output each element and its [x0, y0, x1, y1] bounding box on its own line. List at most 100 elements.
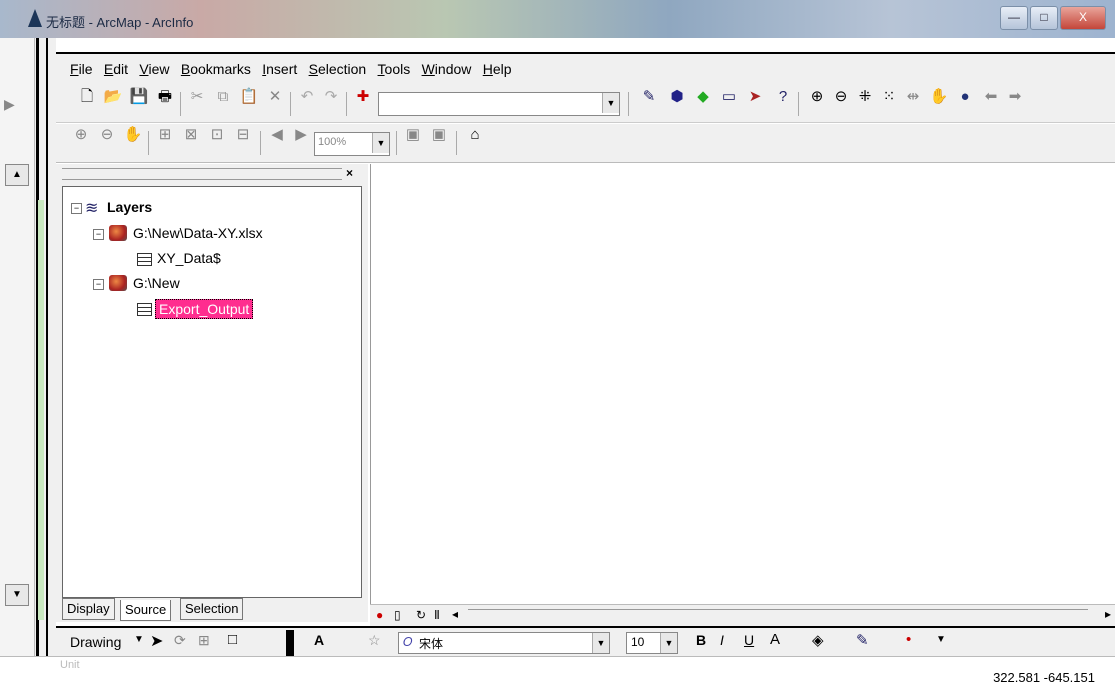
menu-edit[interactable]: Edit	[100, 54, 132, 84]
map-display[interactable]	[370, 164, 1115, 604]
scroll-left-arrow-icon[interactable]: ◂	[452, 607, 458, 621]
back-arrow-icon[interactable]: ⬅	[980, 86, 1002, 108]
edit-vertices-icon[interactable]: ☆	[368, 632, 381, 649]
zoom-out-icon[interactable]: ⊖	[830, 86, 852, 108]
toc-item-selected-table[interactable]: Export_Output	[155, 299, 254, 319]
zoom-whole-page-icon[interactable]: ⊞	[154, 124, 176, 146]
tab-source[interactable]: Source	[120, 600, 172, 621]
save-icon[interactable]: 💾	[128, 86, 150, 108]
layout-view-icon[interactable]: ▯	[394, 608, 401, 622]
tab-display[interactable]: Display	[62, 598, 115, 620]
close-panel-icon[interactable]: ×	[346, 166, 353, 180]
marker-color-icon[interactable]: •	[906, 631, 911, 648]
globe-icon[interactable]: ●	[954, 86, 976, 108]
horizontal-scrollbar[interactable]	[468, 609, 1088, 624]
model-builder-icon[interactable]: ➤	[744, 86, 766, 108]
collapse-icon[interactable]: −	[93, 229, 104, 240]
font-size-combo[interactable]: 10 ▼	[626, 632, 678, 654]
copy-icon[interactable]: ⧉	[212, 86, 234, 108]
toc-item-workspace[interactable]: G:\New	[133, 275, 180, 291]
pan-hand-icon[interactable]: ✋	[928, 86, 950, 108]
fixed-zoom-icon[interactable]: ⊠	[180, 124, 202, 146]
menu-tools[interactable]: Tools	[374, 54, 415, 84]
chevron-down-icon[interactable]: ▼	[372, 133, 389, 153]
refresh-icon[interactable]: ↻	[416, 608, 426, 622]
catalog-icon[interactable]: ◆	[692, 86, 714, 108]
menu-bookmarks[interactable]: Bookmarks	[177, 54, 255, 84]
focus-frame-icon[interactable]: ▣	[428, 124, 450, 146]
bold-button[interactable]: B	[696, 632, 706, 648]
prev-extent-icon[interactable]: ◀	[266, 124, 288, 146]
layout-pan-icon[interactable]: ✋	[122, 124, 144, 146]
text-tool-icon[interactable]: A	[314, 632, 324, 648]
rectangle-icon[interactable]: □	[228, 631, 237, 648]
undo-icon[interactable]: ↶	[296, 86, 318, 108]
chevron-down-icon[interactable]: ▼	[134, 634, 144, 645]
toggle-draft-icon[interactable]: ▣	[402, 124, 424, 146]
fixed-zoom-in-icon[interactable]: ⁜	[854, 86, 876, 108]
paste-icon[interactable]: 📋	[238, 86, 260, 108]
italic-button[interactable]: I	[720, 632, 724, 648]
menu-selection[interactable]: Selection	[305, 54, 371, 84]
scroll-up-arrow-icon[interactable]: ▲	[5, 164, 29, 186]
chevron-down-icon[interactable]: ▼	[602, 93, 619, 113]
change-layout-icon[interactable]: ⌂	[464, 124, 486, 146]
new-document-icon[interactable]: 🗋	[76, 86, 98, 108]
chevron-down-icon[interactable]: ▼	[936, 634, 946, 645]
chevron-down-icon[interactable]: ▼	[592, 633, 609, 653]
standard-toolbar: 🗋 📂 💾 🖶 ✂ ⧉ 📋 ✕ ↶ ↷ ✚ ▼ ✎ ⬢ ◆ ▭ ➤ ? ⊕ ⊖ …	[56, 86, 1115, 123]
menu-file[interactable]: File	[66, 54, 97, 84]
toc-item-table[interactable]: XY_Data$	[157, 250, 221, 266]
forward-arrow-icon[interactable]: ➡	[1004, 86, 1026, 108]
font-icon: 𝑂	[403, 635, 413, 649]
fit-page-icon[interactable]: ⊡	[206, 124, 228, 146]
layers-root-label[interactable]: Layers	[107, 199, 152, 215]
font-name-combo[interactable]: 𝑂 宋体 ▼	[398, 632, 610, 654]
collapse-icon[interactable]: −	[93, 279, 104, 290]
data-view-icon[interactable]: ●	[376, 608, 383, 622]
pause-icon[interactable]: Ⅱ	[434, 608, 440, 622]
rotate-icon[interactable]: ⟳	[174, 632, 186, 649]
menu-view[interactable]: View	[135, 54, 173, 84]
close-window-button[interactable]: X	[1060, 6, 1106, 30]
zoom-to-selected-icon[interactable]: ⊞	[198, 632, 210, 649]
window-icon[interactable]: ▭	[718, 86, 740, 108]
full-extent-icon[interactable]: ⇹	[902, 86, 924, 108]
arctoolbox-icon[interactable]: ⬢	[666, 86, 688, 108]
scroll-down-arrow-icon[interactable]: ▼	[5, 584, 29, 606]
whats-this-icon[interactable]: ?	[772, 86, 794, 108]
menu-help[interactable]: Help	[479, 54, 516, 84]
zoom-100-icon[interactable]: ⊟	[232, 124, 254, 146]
next-extent-icon[interactable]: ▶	[290, 124, 312, 146]
underline-button[interactable]: U	[744, 632, 754, 648]
layout-zoom-out-icon[interactable]: ⊖	[96, 124, 118, 146]
tab-selection[interactable]: Selection	[180, 598, 244, 620]
select-pointer-icon[interactable]: ➤	[150, 631, 163, 651]
menu-window[interactable]: Window	[418, 54, 476, 84]
fixed-zoom-out-icon[interactable]: ⁙	[878, 86, 900, 108]
chevron-down-icon[interactable]: ▼	[660, 633, 677, 653]
layout-zoom-in-icon[interactable]: ⊕	[70, 124, 92, 146]
maximize-button[interactable]: □	[1030, 6, 1058, 30]
layout-zoom-combo[interactable]: 100% ▼	[314, 132, 390, 156]
zoom-in-icon[interactable]: ⊕	[806, 86, 828, 108]
collapse-icon[interactable]: −	[71, 203, 82, 214]
redo-icon[interactable]: ↷	[320, 86, 342, 108]
open-folder-icon[interactable]: 📂	[102, 86, 124, 108]
editor-toolbar-icon[interactable]: ✎	[638, 86, 660, 108]
scroll-right-arrow-icon[interactable]: ▸	[1105, 607, 1111, 621]
scale-combo[interactable]: ▼	[378, 92, 620, 116]
font-color-button[interactable]: A	[770, 631, 780, 648]
drawing-menu[interactable]: Drawing	[70, 634, 121, 650]
print-icon[interactable]: 🖶	[154, 86, 176, 108]
menu-insert[interactable]: Insert	[258, 54, 301, 84]
cut-icon[interactable]: ✂	[186, 86, 208, 108]
toc-item-workspace[interactable]: G:\New\Data-XY.xlsx	[133, 225, 263, 241]
add-data-icon[interactable]: ✚	[352, 86, 374, 108]
delete-icon[interactable]: ✕	[264, 86, 286, 108]
fill-color-icon[interactable]: ◈	[812, 631, 824, 649]
panel-grip[interactable]	[62, 168, 342, 180]
line-color-icon[interactable]: ✎	[856, 631, 869, 649]
minimize-button[interactable]: —	[1000, 6, 1028, 30]
play-arrow-icon[interactable]: ▶	[4, 96, 15, 113]
